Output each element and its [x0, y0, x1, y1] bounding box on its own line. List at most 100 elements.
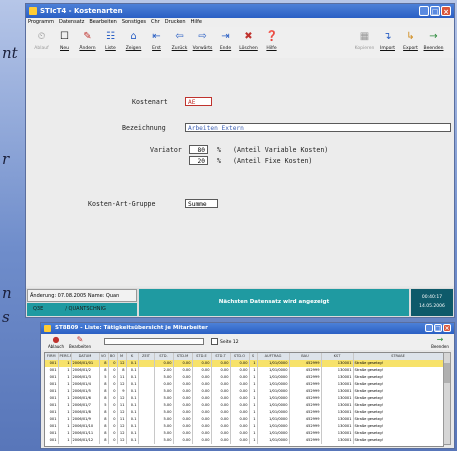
- table-row[interactable]: 001 1 2006/01/9 8 0 11 0.1 5.00 0.00 0.00 0.00 0.00…: [45, 416, 443, 423]
- table-row[interactable]: 001 1 2006/01/4 8 0 12 0.1 0.00 0.00 0.00 0.00 0.00…: [45, 381, 443, 388]
- column-header[interactable]: AUFTRAG: [257, 353, 290, 360]
- kosten-art-gruppe-field[interactable]: Summe: [185, 199, 218, 208]
- ende-button[interactable]: ⇥ Ende: [214, 27, 237, 58]
- zeigen-button[interactable]: ⌂ Zeigen: [122, 27, 145, 58]
- erst-button[interactable]: ⇤ Erst: [145, 27, 168, 58]
- export-button[interactable]: ↳ Export: [399, 27, 422, 58]
- table-row[interactable]: 001 1 2006/01/01 8 0 12 0.1 0.00 0.00 0.00 0.00 0.0…: [45, 360, 443, 367]
- table-cell: 2006/01/10: [71, 423, 100, 430]
- table-row[interactable]: 001 1 2006/01/12 8 0 12 0.1 5.00 0.00 0.00 0.00 0.0…: [45, 437, 443, 444]
- list-beenden-button[interactable]: → Beenden: [429, 335, 451, 349]
- list-bearbeiten-button[interactable]: ✎ Bearbeiten: [69, 335, 91, 349]
- list-icon: ☷: [106, 31, 115, 42]
- table-row[interactable]: 001 1 2006/01/8 8 0 12 0.1 5.00 0.00 0.00 0.00 0.00…: [45, 409, 443, 416]
- column-header[interactable]: VO: [99, 353, 109, 360]
- table-cell: 001: [45, 367, 59, 374]
- table-row[interactable]: 001 1 2006/01/11 8 0 12 0.1 5.00 0.00 0.00 0.00 0.0…: [45, 430, 443, 437]
- table-cell: 130001: [321, 430, 354, 437]
- status-date: 14.05.2006: [419, 304, 445, 309]
- column-header[interactable]: STD.M: [173, 353, 193, 360]
- table-cell: Straße gesetzg!: [353, 430, 443, 437]
- window-titlebar[interactable]: STIcT4 - Kostenarten _ □ ×: [26, 4, 454, 18]
- table-row[interactable]: 001 1 2006/01/2 8 0 8 0.1 2.00 0.00 0.00 0.00 0.00 1…: [45, 367, 443, 374]
- column-header[interactable]: K: [126, 353, 139, 360]
- table-row[interactable]: 001 1 2006/01/10 8 0 12 0.1 5.00 0.00 0.00 0.00 0.0…: [45, 423, 443, 430]
- hilfe-button[interactable]: ❓ Hilfe: [260, 27, 283, 58]
- table-cell: 9: [117, 388, 127, 395]
- vertical-scrollbar[interactable]: [443, 352, 451, 445]
- user-code-panel: Q3E / QUANTSCHNIG: [27, 303, 137, 316]
- import-button[interactable]: ↴ Import: [376, 27, 399, 58]
- table-cell: 0: [108, 423, 118, 430]
- scroll-thumb[interactable]: [444, 363, 450, 383]
- neu-button[interactable]: ☐ Neu: [53, 27, 76, 58]
- liste-button[interactable]: ☷ Liste: [99, 27, 122, 58]
- list-close-button[interactable]: ×: [443, 324, 451, 332]
- column-header[interactable]: M: [117, 353, 127, 360]
- variator-variable-field[interactable]: 80: [189, 145, 208, 154]
- edit-icon: ✎: [83, 31, 92, 42]
- column-header[interactable]: STD.E: [192, 353, 212, 360]
- table-row[interactable]: 001 1 2006/01/5 8 0 9 0.1 5.00 0.00 0.00 0.00 0.00 1…: [45, 388, 443, 395]
- table-cell: 0.1: [126, 409, 139, 416]
- list-maximize-button[interactable]: □: [434, 324, 442, 332]
- table-cell: 2006/01/6: [71, 395, 100, 402]
- column-header[interactable]: KST: [321, 353, 354, 360]
- menu-drucken[interactable]: Drucken: [165, 18, 186, 27]
- column-header[interactable]: ZEIT: [138, 353, 155, 360]
- page-indicator[interactable]: Seite 12: [211, 338, 239, 346]
- table-cell: 0.00: [230, 409, 250, 416]
- table-row[interactable]: 001 1 2006/01/3 5 0 11 0.1 5.00 0.00 0.00 0.00 0.00…: [45, 374, 443, 381]
- table-cell: 12: [117, 437, 127, 444]
- table-cell: 452999: [289, 381, 322, 388]
- column-header[interactable]: STD.O: [230, 353, 250, 360]
- variator-fix-field[interactable]: 20: [189, 156, 208, 165]
- page-checkbox[interactable]: [211, 338, 218, 345]
- zurueck-button[interactable]: ⇦ Zurück: [168, 27, 191, 58]
- column-header[interactable]: BAU: [289, 353, 322, 360]
- column-header[interactable]: STD.: [154, 353, 174, 360]
- table-cell: 0.00: [154, 381, 174, 388]
- first-record-icon: ⇤: [152, 31, 161, 42]
- table-cell: 452999: [289, 409, 322, 416]
- column-header[interactable]: BO: [108, 353, 118, 360]
- table-cell: [138, 430, 155, 437]
- bezeichnung-field[interactable]: Arbeiten Extern: [185, 123, 451, 132]
- kopieren-button[interactable]: ▦ Kopieren: [353, 27, 376, 58]
- kostenart-field[interactable]: AE: [185, 97, 212, 106]
- list-titlebar[interactable]: ST8B09 - Liste: Tätigkeitsübersicht je M…: [41, 323, 454, 334]
- table-cell: Straße gesetzg!: [353, 381, 443, 388]
- list-minimize-button[interactable]: _: [425, 324, 433, 332]
- list-app-icon: [44, 325, 51, 332]
- aendern-button[interactable]: ✎ Ändern: [76, 27, 99, 58]
- column-header[interactable]: STD.T: [211, 353, 231, 360]
- ablauf-button[interactable]: ⏲ Ablauf: [30, 27, 53, 58]
- table-cell: 001: [45, 402, 59, 409]
- beenden-button[interactable]: → Beenden: [422, 27, 445, 58]
- minimize-button[interactable]: _: [419, 6, 429, 16]
- column-header[interactable]: STRAßE: [353, 353, 443, 360]
- column-header[interactable]: S: [249, 353, 258, 360]
- table-cell: 130001: [321, 395, 354, 402]
- table-row[interactable]: 001 1 2006/01/6 8 0 12 0.1 5.00 0.00 0.00 0.00 0.00…: [45, 395, 443, 402]
- table-cell: 0.00: [192, 409, 212, 416]
- close-button[interactable]: ×: [441, 6, 451, 16]
- column-header[interactable]: PERS.N: [58, 353, 72, 360]
- menu-bearbeiten[interactable]: Bearbeiten: [89, 18, 116, 27]
- loeschen-button[interactable]: ✖ Löschen: [237, 27, 260, 58]
- vorwaerts-button[interactable]: ⇨ Vorwärts: [191, 27, 214, 58]
- column-header[interactable]: FIRM: [45, 353, 59, 360]
- column-header[interactable]: DATUM: [71, 353, 100, 360]
- menu-datensatz[interactable]: Datensatz: [59, 18, 84, 27]
- menu-chr[interactable]: Chr: [151, 18, 160, 27]
- menu-programm[interactable]: Programm: [28, 18, 54, 27]
- ablauch-button[interactable]: ● Ablauch: [45, 335, 67, 349]
- maximize-button[interactable]: □: [430, 6, 440, 16]
- table-cell: 1/01/0000: [257, 388, 290, 395]
- menu-sonstiges[interactable]: Sonstiges: [122, 18, 146, 27]
- menu-hilfe[interactable]: Hilfe: [191, 18, 202, 27]
- background-text-2: r: [2, 150, 10, 168]
- list-search-input[interactable]: [104, 338, 204, 345]
- table-row[interactable]: 001 1 2006/01/7 5 0 11 0.1 5.00 0.00 0.00 0.00 0.00…: [45, 402, 443, 409]
- table-cell: 452999: [289, 437, 322, 444]
